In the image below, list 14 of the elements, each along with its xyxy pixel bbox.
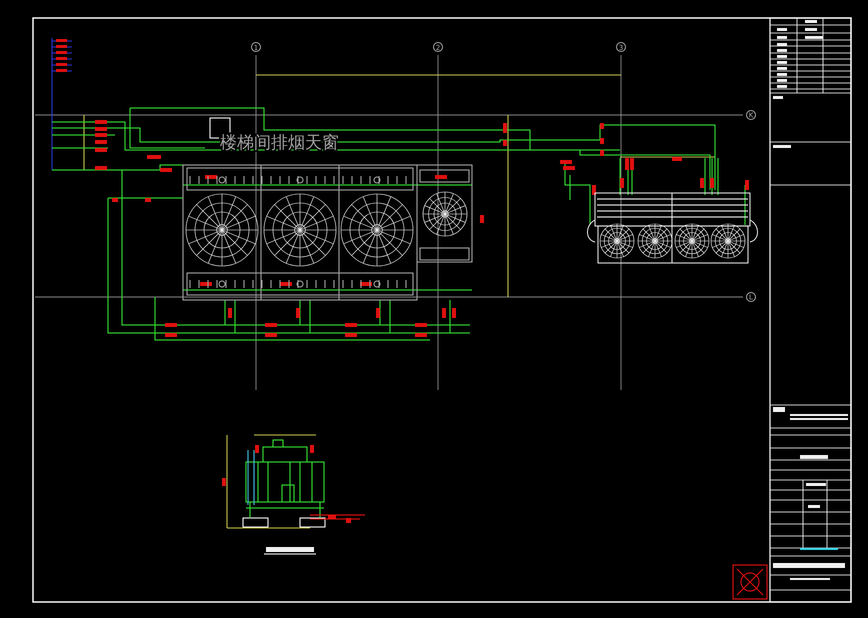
fan-drawing <box>600 224 634 258</box>
legend-tags-drawing <box>56 39 67 72</box>
fan-drawing <box>710 224 746 258</box>
fan-drawing <box>638 224 672 258</box>
axis-bubble <box>746 292 756 302</box>
axis-bubble <box>746 110 756 120</box>
axis-bubble <box>251 42 261 52</box>
fan-drawing <box>422 192 468 236</box>
stamp-drawing <box>732 564 768 600</box>
dimension-line <box>254 434 316 436</box>
drawing-caption <box>264 547 316 554</box>
fan-drawing <box>674 224 710 258</box>
axis-bubble <box>616 42 626 52</box>
axis-bubble <box>433 42 443 52</box>
